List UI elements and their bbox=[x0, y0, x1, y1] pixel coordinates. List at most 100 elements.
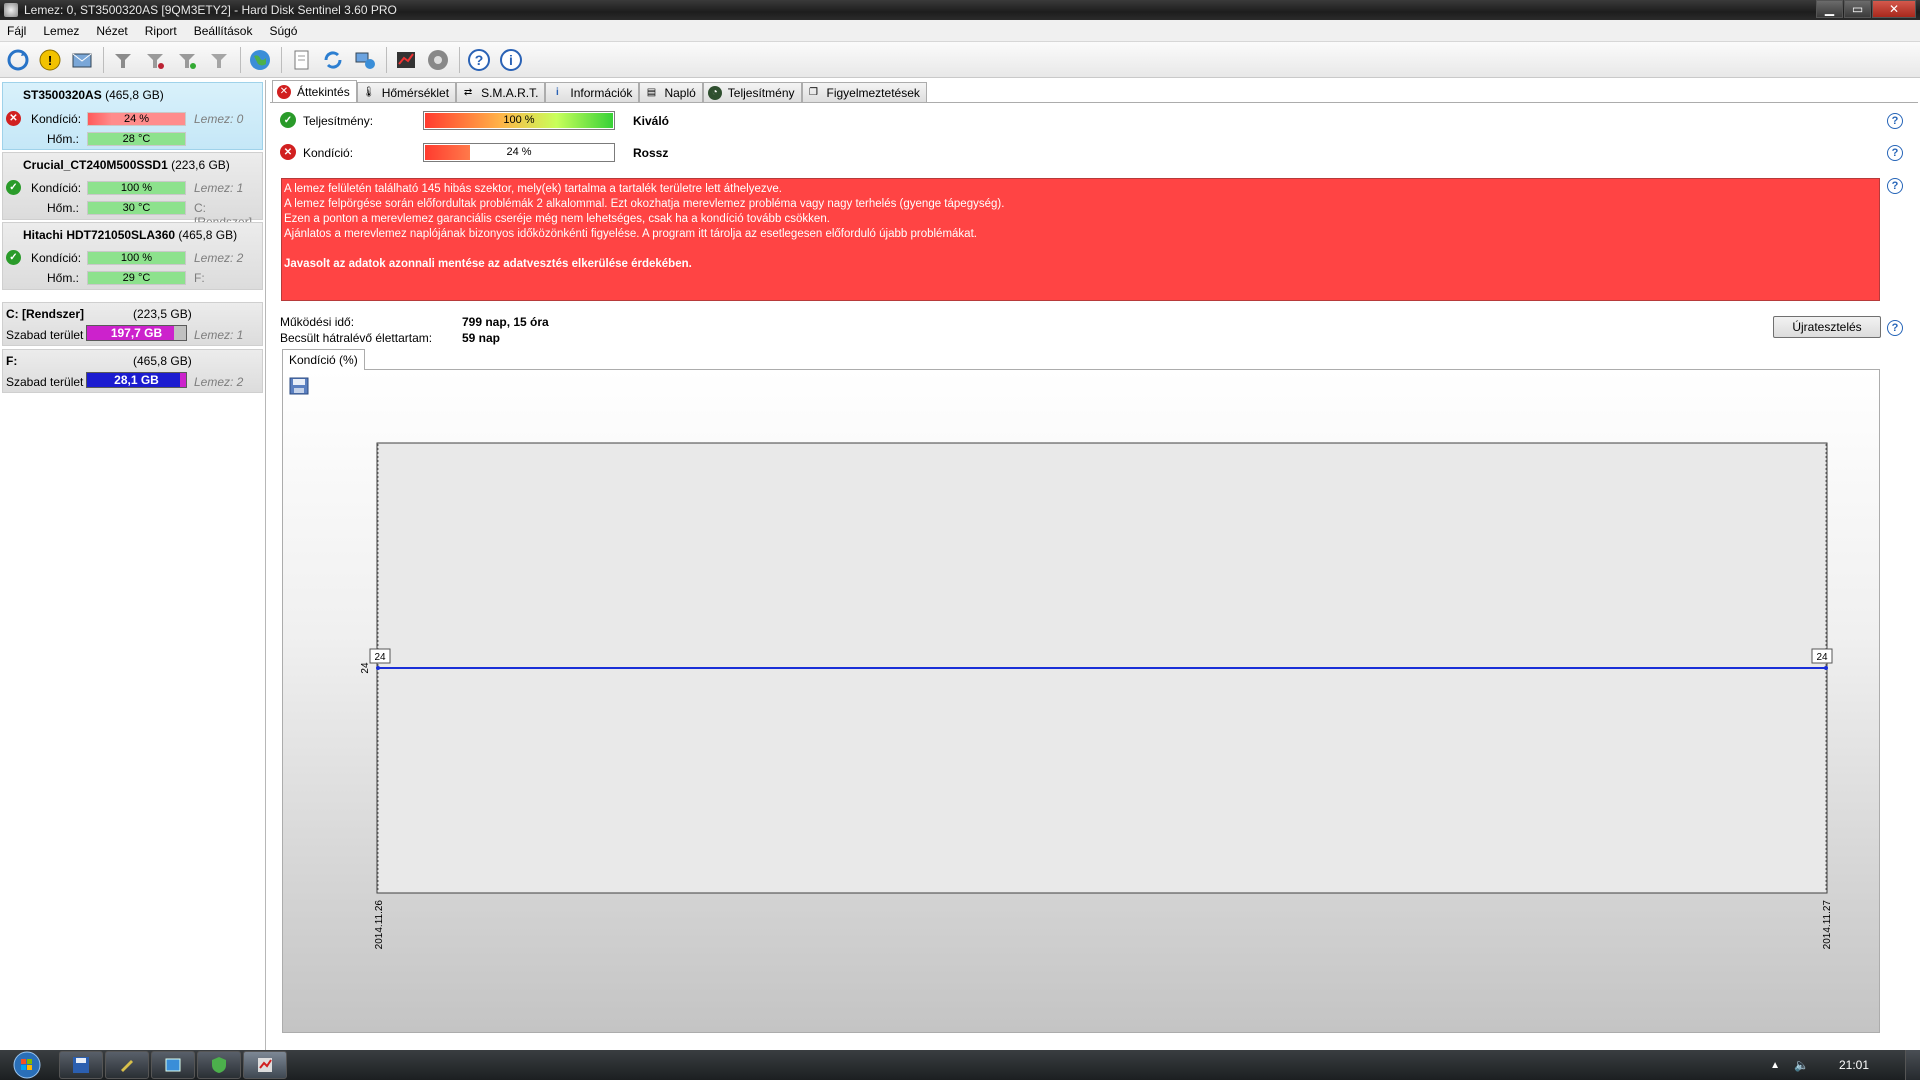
tab-smart[interactable]: ⇄ S.M.A.R.T. bbox=[456, 82, 546, 102]
warning-icon[interactable]: ! bbox=[35, 45, 65, 75]
help-icon[interactable]: ? bbox=[1887, 178, 1903, 194]
health-label: Kondíció: bbox=[303, 146, 354, 160]
tab-log[interactable]: ▤ Napló bbox=[639, 82, 703, 102]
taskbar-app-shield-icon[interactable] bbox=[197, 1051, 241, 1079]
menu-report[interactable]: Riport bbox=[138, 24, 187, 38]
tab-bar: ✕ Áttekintés 🌡 Hőmérséklet ⇄ S.M.A.R.T. i In… bbox=[272, 80, 927, 102]
close-button[interactable]: ✕ bbox=[1872, 0, 1916, 18]
disk-item-1[interactable]: Crucial_CT240M500SSD1 (223,6 GB) ✓ Kondí… bbox=[2, 152, 263, 229]
free-space-bar: 197,7 GB bbox=[86, 325, 187, 341]
data-label: 24 bbox=[374, 652, 386, 663]
app-icon bbox=[4, 3, 18, 17]
health-bar: 24 % bbox=[423, 143, 615, 162]
ok-icon: ✓ bbox=[6, 180, 21, 195]
disk-item-0[interactable]: ST3500320AS (465,8 GB) ✕ Kondíció: 24 % … bbox=[2, 82, 263, 150]
volume-disk: Lemez: 2 bbox=[194, 375, 244, 389]
chart-tab-health[interactable]: Kondíció (%) bbox=[282, 349, 365, 370]
disk-check-icon[interactable] bbox=[423, 45, 453, 75]
temp-bar: 30 °C bbox=[87, 201, 186, 215]
health-label: Kondíció: bbox=[31, 251, 82, 265]
free-space-label: Szabad terület bbox=[6, 375, 84, 389]
sync-icon[interactable] bbox=[318, 45, 348, 75]
log-icon: ▤ bbox=[646, 87, 657, 98]
speaker-icon[interactable]: 🔈 bbox=[1794, 1058, 1809, 1072]
tab-information[interactable]: i Információk bbox=[545, 82, 640, 102]
menu-settings[interactable]: Beállítások bbox=[187, 24, 263, 38]
error-icon: ✕ bbox=[280, 144, 296, 160]
volume-name: F: bbox=[6, 354, 18, 368]
tool-3-icon[interactable] bbox=[172, 45, 202, 75]
performance-row: ✓ Teljesítmény: 100 % Kiváló bbox=[279, 110, 1899, 130]
performance-bar: 100 % bbox=[423, 111, 615, 130]
tab-performance[interactable]: ◔ Teljesítmény bbox=[702, 82, 802, 102]
tab-overview[interactable]: ✕ Áttekintés bbox=[272, 80, 357, 102]
status-message-box: A lemez felületén található 145 hibás sz… bbox=[281, 178, 1880, 301]
performance-icon: ◔ bbox=[707, 85, 722, 100]
volume-name: C: [Rendszer] bbox=[6, 307, 85, 321]
thermometer-icon: 🌡 bbox=[362, 87, 376, 98]
performance-rating: Kiváló bbox=[633, 114, 670, 128]
taskbar-app-window-icon[interactable] bbox=[151, 1051, 195, 1079]
taskbar-app-save-icon[interactable] bbox=[59, 1051, 103, 1079]
ok-icon: ✓ bbox=[280, 112, 296, 128]
clock[interactable]: 21:01 bbox=[1839, 1058, 1869, 1072]
alert-recommendation: Javasolt az adatok azonnali mentése az a… bbox=[284, 258, 692, 270]
health-bar: 100 % bbox=[87, 251, 186, 265]
main-panel: ✕ Áttekintés 🌡 Hőmérséklet ⇄ S.M.A.R.T. i In… bbox=[270, 80, 1920, 1050]
show-desktop-button[interactable] bbox=[1905, 1050, 1920, 1080]
tool-1-icon[interactable] bbox=[108, 45, 138, 75]
temp-bar: 29 °C bbox=[87, 271, 186, 285]
alerts-icon: ❐ bbox=[809, 87, 818, 98]
info-icon[interactable]: i bbox=[496, 45, 526, 75]
data-label: 24 bbox=[1816, 652, 1828, 663]
menu-disk[interactable]: Lemez bbox=[36, 24, 89, 38]
refresh-icon[interactable] bbox=[3, 45, 33, 75]
health-label: Kondíció: bbox=[31, 181, 82, 195]
disk-index: Lemez: 2 bbox=[194, 251, 244, 265]
svg-text:!: ! bbox=[48, 53, 52, 68]
tool-2-icon[interactable] bbox=[140, 45, 170, 75]
volume-item-c[interactable]: C: [Rendszer] (223,5 GB) Szabad terület … bbox=[2, 302, 263, 346]
taskbar-app-hdsentinel-icon[interactable] bbox=[243, 1051, 287, 1079]
tab-temperature[interactable]: 🌡 Hőmérséklet bbox=[356, 82, 457, 102]
help-icon[interactable]: ? bbox=[1887, 320, 1903, 336]
smart-icon: ⇄ bbox=[463, 87, 473, 98]
disk-name: Hitachi HDT721050SLA360 bbox=[23, 228, 176, 242]
svg-text:?: ? bbox=[475, 52, 484, 68]
maximize-button[interactable]: ▭ bbox=[1844, 0, 1871, 18]
help-icon[interactable]: ? bbox=[1887, 113, 1903, 129]
free-space-label: Szabad terület bbox=[6, 328, 84, 342]
minimize-button[interactable]: ▁ bbox=[1816, 0, 1843, 18]
window-title: Lemez: 0, ST3500320AS [9QM3ETY2] - Hard … bbox=[24, 3, 397, 17]
health-data-point bbox=[376, 666, 380, 670]
help-icon[interactable]: ? bbox=[464, 45, 494, 75]
menu-bar: Fájl Lemez Nézet Riport Beállítások Súgó bbox=[0, 20, 1920, 42]
network-icon[interactable] bbox=[350, 45, 380, 75]
help-icon[interactable]: ? bbox=[1887, 145, 1903, 161]
health-row: ✕ Kondíció: 24 % Rossz bbox=[279, 142, 1899, 162]
tool-4-icon[interactable] bbox=[204, 45, 234, 75]
tab-alerts[interactable]: ❐ Figyelmeztetések bbox=[801, 82, 927, 102]
health-label: Kondíció: bbox=[31, 112, 82, 126]
svg-text:i: i bbox=[509, 52, 513, 68]
menu-view[interactable]: Nézet bbox=[89, 24, 137, 38]
uptime-row: Működési idő: 799 nap, 15 óra bbox=[280, 315, 549, 329]
retest-button[interactable]: Újratesztelés bbox=[1773, 316, 1881, 338]
menu-file[interactable]: Fájl bbox=[0, 24, 36, 38]
disk-item-2[interactable]: Hitachi HDT721050SLA360 (465,8 GB) ✓ Kon… bbox=[2, 222, 263, 290]
health-rating: Rossz bbox=[633, 146, 669, 160]
tray-expand-icon[interactable]: ▲ bbox=[1770, 1060, 1780, 1071]
error-icon: ✕ bbox=[277, 84, 291, 99]
remaining-life-row: Becsült hátralévő élettartam: 59 nap bbox=[280, 331, 500, 345]
start-button[interactable] bbox=[9, 1050, 45, 1080]
y-tick-label: 24 bbox=[360, 662, 371, 674]
ok-icon: ✓ bbox=[6, 250, 21, 265]
volume-item-f[interactable]: F: (465,8 GB) Szabad terület 28,1 GB Lem… bbox=[2, 349, 263, 393]
report-icon[interactable] bbox=[286, 45, 316, 75]
health-bar: 24 % bbox=[87, 112, 186, 126]
chart-icon[interactable] bbox=[391, 45, 421, 75]
taskbar-app-tool-icon[interactable] bbox=[105, 1051, 149, 1079]
menu-help[interactable]: Súgó bbox=[262, 24, 307, 38]
mail-icon[interactable] bbox=[67, 45, 97, 75]
globe-icon[interactable] bbox=[245, 45, 275, 75]
